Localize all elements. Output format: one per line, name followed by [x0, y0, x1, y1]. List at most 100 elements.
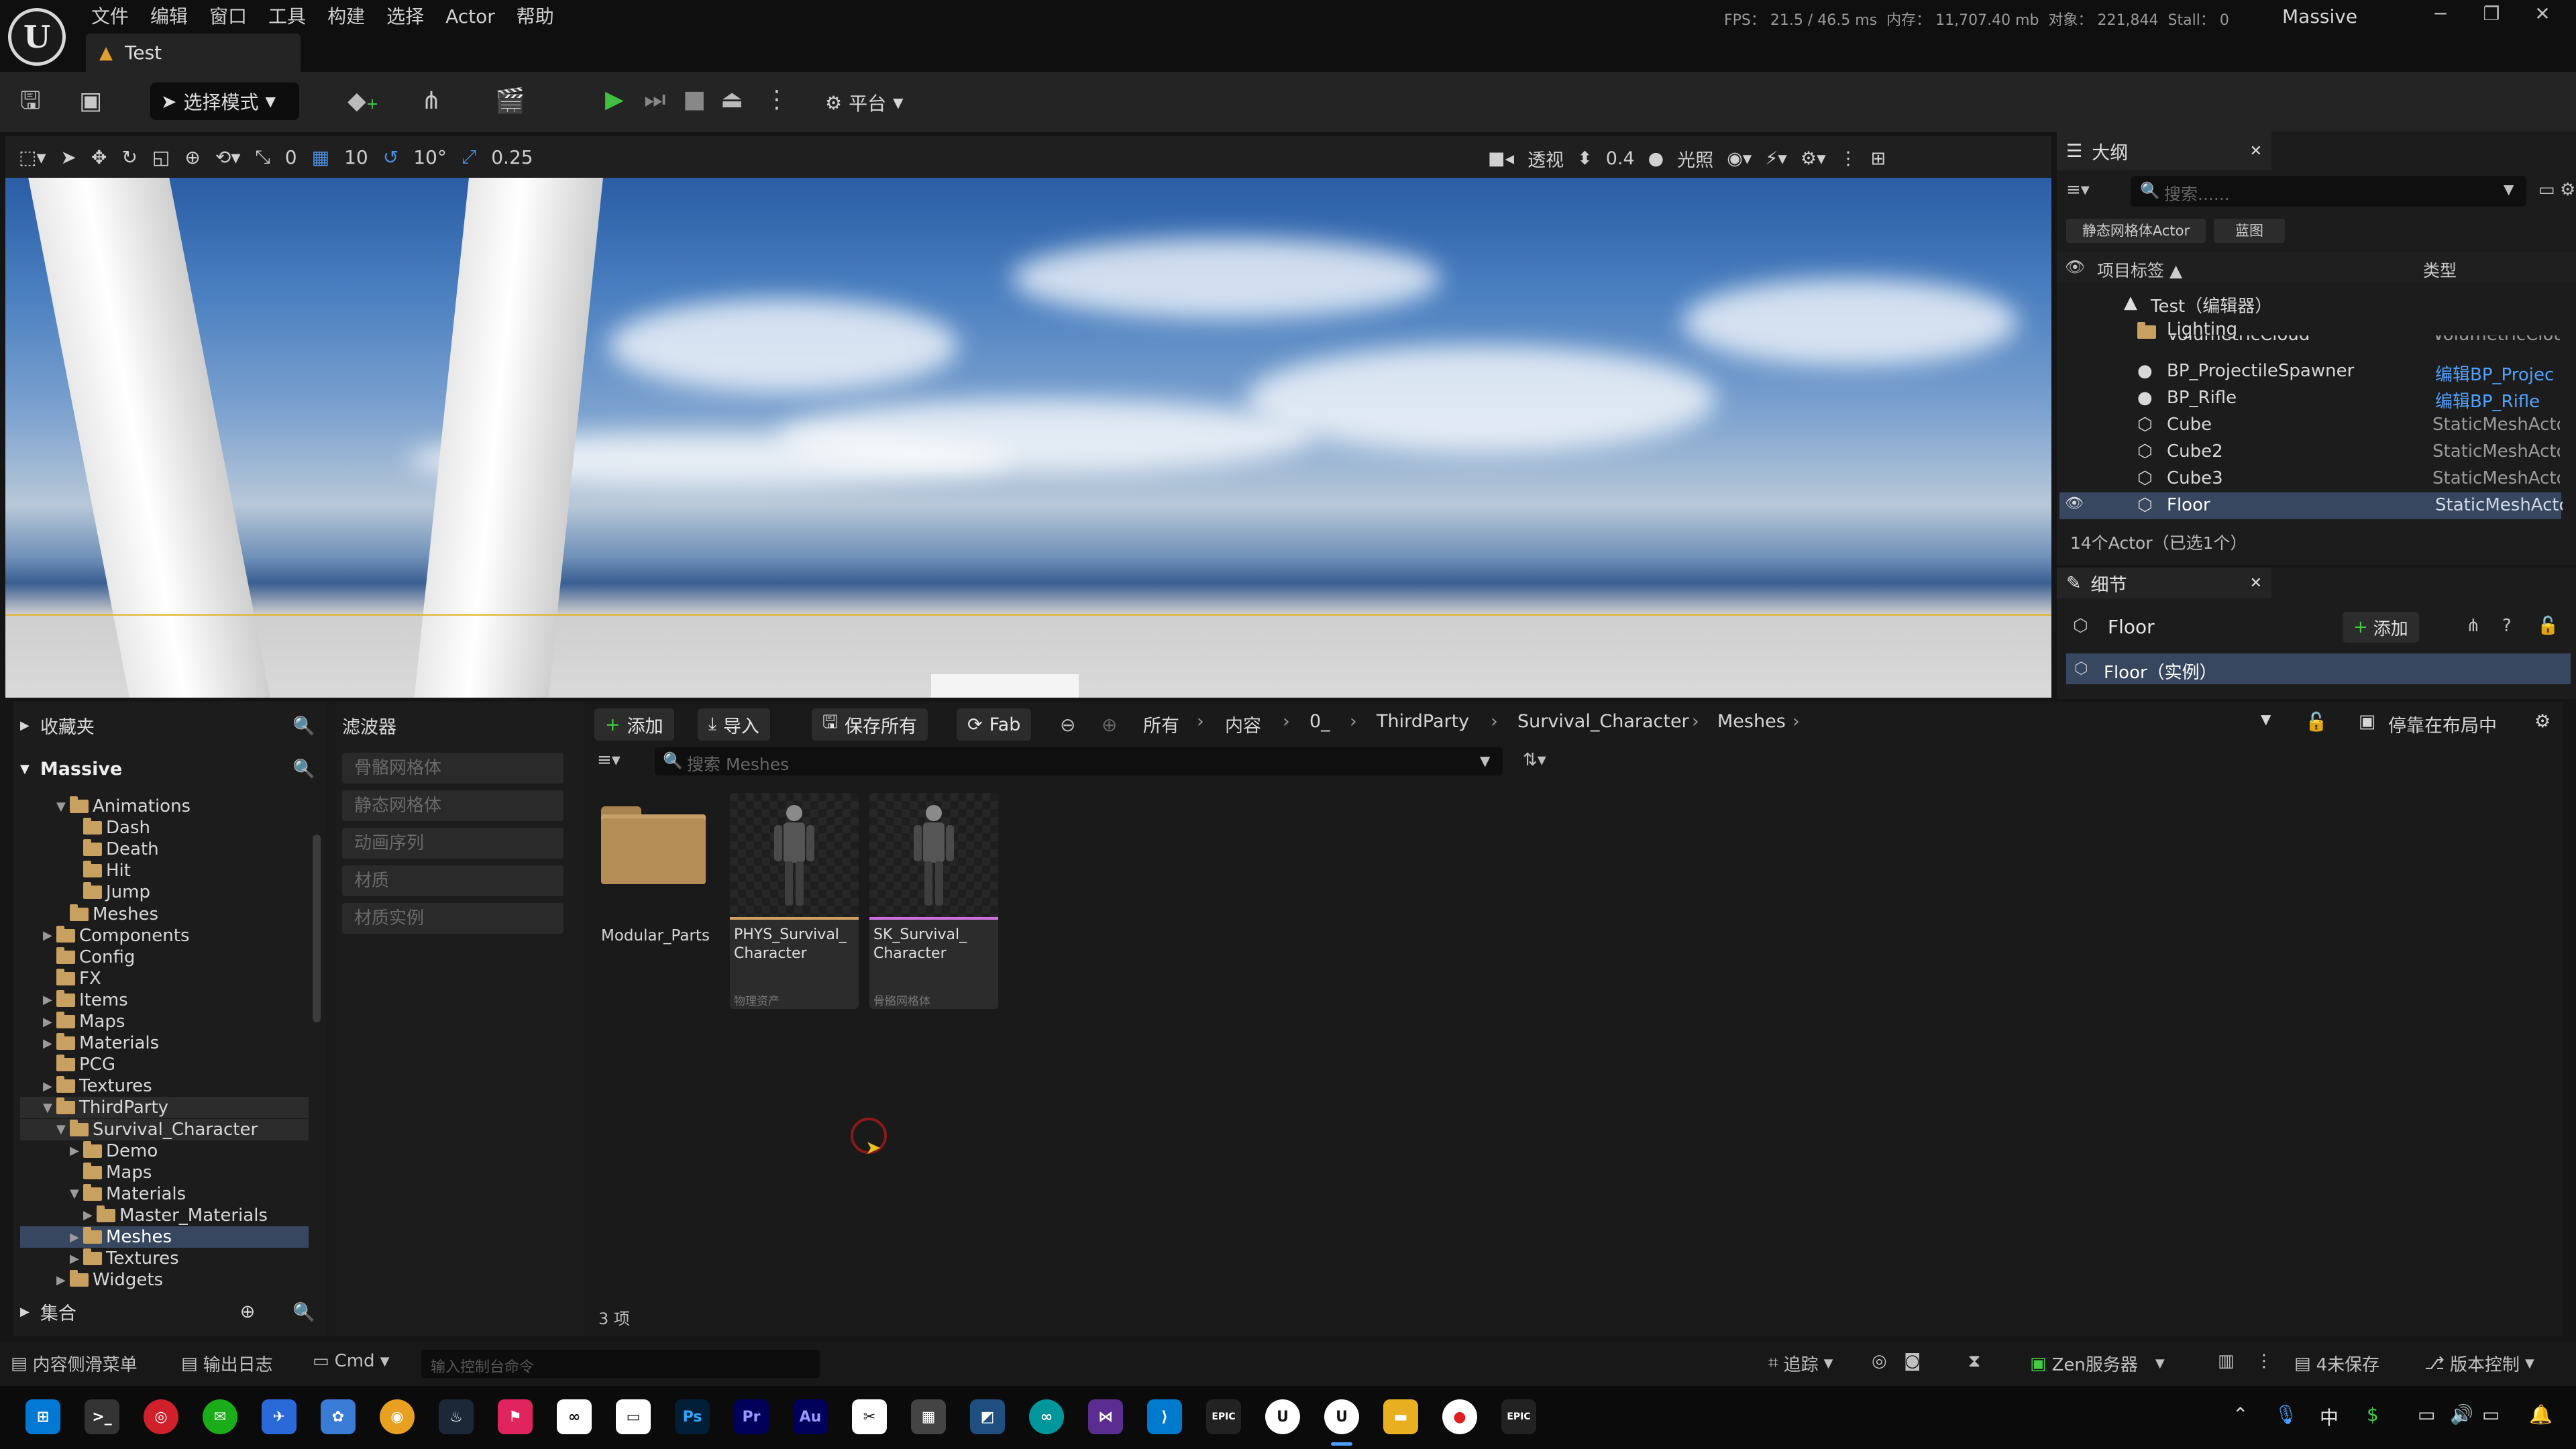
volume-icon[interactable]: 🔊	[2450, 1403, 2473, 1426]
eye-icon[interactable]: 👁	[2065, 258, 2085, 276]
collections-header[interactable]: ▶ 集合 ⊕ 🔍	[20, 1299, 322, 1325]
more-options-icon[interactable]: ⋮	[765, 88, 789, 112]
pillar-mesh[interactable]	[27, 178, 272, 698]
tree-folder-hit[interactable]: Hit	[20, 860, 309, 881]
rotate-icon[interactable]: ↻	[121, 146, 137, 168]
asset-tile-skeletal[interactable]: SK_Survival_ Character 骨骼网格体	[869, 793, 998, 1009]
scale-snap-value[interactable]: 0.25	[491, 146, 533, 168]
settings-icon[interactable]: ⚙	[2534, 711, 2551, 732]
breadcrumb-all[interactable]: 所有	[1143, 711, 1179, 737]
lock-icon[interactable]: 🔓	[2537, 616, 2559, 636]
menu-window[interactable]: 窗口	[205, 0, 264, 34]
tree-folder-jump[interactable]: Jump	[20, 881, 309, 903]
cinematics-icon[interactable]: 🎬	[495, 89, 525, 113]
epic-games-icon[interactable]: EPIC	[1206, 1399, 1241, 1434]
add-collection-icon[interactable]: ⊕	[240, 1301, 256, 1322]
tree-folder-config[interactable]: Config	[20, 947, 309, 968]
unreal-editor-icon[interactable]: U	[1324, 1399, 1359, 1434]
steam-icon[interactable]: ♨	[439, 1399, 474, 1434]
back-icon[interactable]: ⊖	[1060, 714, 1075, 736]
chevron-right-icon[interactable]: ▶	[56, 1273, 66, 1287]
scale-icon[interactable]: ◱	[152, 146, 170, 168]
row-type-link[interactable]: 编辑BP_Projec	[2435, 361, 2563, 386]
menu-tools[interactable]: 工具	[264, 0, 323, 34]
fab-button[interactable]: ⟳ Fab	[957, 708, 1032, 741]
stats-icon[interactable]: ▥	[2218, 1351, 2235, 1371]
asset-search[interactable]: 🔍 搜索 Meshes ▼	[655, 747, 1503, 775]
meta-icon[interactable]: ∞	[557, 1399, 592, 1434]
zen-server-button[interactable]: ▣ Zen服务器 ▼	[2030, 1351, 2165, 1376]
realtime-icon[interactable]: ⚡▾	[1765, 148, 1787, 169]
sort-icon[interactable]: ⇅▾	[1523, 750, 1546, 770]
tree-folder-widgets[interactable]: ▶ Widgets	[20, 1269, 309, 1291]
pillar-mesh[interactable]	[413, 178, 604, 698]
arduino-icon[interactable]: ∞	[1029, 1399, 1064, 1434]
menu-actor[interactable]: Actor	[441, 0, 513, 34]
show-icon[interactable]: ◉▾	[1727, 148, 1752, 169]
rotation-snap-icon[interactable]: ↺	[383, 146, 398, 168]
tree-scrollbar[interactable]	[313, 835, 321, 1022]
outliner-search[interactable]: 🔍 搜索...... ▼	[2131, 176, 2526, 207]
battery-icon[interactable]: ▭	[2482, 1403, 2500, 1426]
content-drawer-button[interactable]: ▤ 内容侧滑菜单	[11, 1351, 138, 1376]
new-folder-icon[interactable]: ▭	[2538, 180, 2555, 200]
chevron-down-icon[interactable]: ▼	[56, 1122, 66, 1136]
filter-material[interactable]: 材质	[342, 865, 564, 896]
unsaved-button[interactable]: ▤ 4未保存	[2294, 1351, 2379, 1376]
platform-button[interactable]: ⚙ 平台 ▼	[825, 89, 904, 116]
cmd-dropdown[interactable]: ▭ Cmd ▼	[313, 1351, 389, 1371]
search-icon[interactable]: 🔍	[292, 715, 315, 737]
trace-button[interactable]: ⌗ 追踪 ▼	[1768, 1351, 1833, 1376]
microphone-icon[interactable]: 🎙	[2274, 1403, 2298, 1426]
tree-folder-demo[interactable]: ▶ Demo	[20, 1140, 309, 1162]
document-tab[interactable]: ▲ Test	[86, 34, 301, 72]
dock-in-layout-button[interactable]: 停靠在布局中	[2388, 711, 2497, 737]
filter-skeletal-mesh[interactable]: 骨骼网格体	[342, 753, 564, 784]
chevron-right-icon[interactable]: ▶	[70, 1230, 79, 1244]
app-icon[interactable]: ⚑	[498, 1399, 533, 1434]
chevron-right-icon[interactable]: ▶	[43, 993, 52, 1007]
photoshop-icon[interactable]: Ps	[675, 1399, 710, 1434]
outliner-row[interactable]: ⬡ Cube2 StaticMeshActo	[2057, 439, 2567, 466]
breadcrumb-meshes[interactable]: Meshes	[1717, 711, 1786, 732]
photos-icon[interactable]: ✿	[321, 1399, 356, 1434]
chevron-down-icon[interactable]: ▼	[1480, 753, 1490, 769]
filter-chip-static-mesh[interactable]: 静态网格体Actor	[2066, 219, 2206, 243]
scale-snap-icon[interactable]: ⤢	[462, 146, 476, 168]
chevron-down-icon[interactable]: ▼	[56, 800, 66, 814]
tree-folder-meshes[interactable]: Meshes	[20, 904, 309, 925]
filter-chip-blueprint[interactable]: 蓝图	[2214, 219, 2285, 243]
camera-speed-icon[interactable]: ⬍	[1577, 148, 1593, 169]
outliner-filter-button[interactable]: ≡▾	[2066, 180, 2090, 200]
snap-move-icon[interactable]: ⤡	[255, 146, 270, 168]
terminal-icon[interactable]: >_	[85, 1399, 119, 1434]
chevron-down-icon[interactable]: ▼	[70, 1187, 79, 1201]
surface-snap-icon[interactable]: ⟲▾	[215, 146, 241, 168]
filter-icon[interactable]: ≡▾	[597, 750, 621, 770]
settings-icon[interactable]: ⚙	[2560, 180, 2575, 200]
lit-mode-label[interactable]: 光照	[1677, 146, 1713, 172]
outliner-row[interactable]: VolumetricCloud VolumetricCloud	[2057, 335, 2567, 350]
notification-icon[interactable]: 🔔	[2529, 1403, 2553, 1426]
row-type-link[interactable]: 编辑BP_Rifle	[2435, 388, 2563, 413]
tree-folder-animations[interactable]: ▼ Animations	[20, 796, 309, 817]
filter-material-instance[interactable]: 材质实例	[342, 903, 564, 934]
feishu-icon[interactable]: ✈	[262, 1399, 297, 1434]
tree-folder-master-materials[interactable]: ▶ Master_Materials	[20, 1205, 309, 1226]
tree-folder-death[interactable]: Death	[20, 839, 309, 860]
layout-icon[interactable]: ⊞	[1871, 148, 1886, 169]
unreal-logo-icon[interactable]: U	[8, 8, 66, 66]
save-icon[interactable]: 🖫	[20, 89, 41, 113]
tree-folder-dash[interactable]: Dash	[20, 817, 309, 839]
translate-icon[interactable]: ✥	[91, 146, 107, 168]
tree-folder-meshes[interactable]: ▶ Meshes	[20, 1226, 309, 1248]
minimize-icon[interactable]: ─	[2420, 3, 2461, 30]
chevron-right-icon[interactable]: ▶	[83, 1208, 93, 1222]
premiere-icon[interactable]: Pr	[734, 1399, 769, 1434]
chevron-right-icon[interactable]: ▶	[43, 928, 52, 943]
chevron-down-icon[interactable]: ▼	[2504, 181, 2514, 197]
breadcrumb-thirdparty[interactable]: ThirdParty	[1377, 711, 1469, 732]
tree-folder-fx[interactable]: FX	[20, 968, 309, 989]
viewport-menu-icon[interactable]: ⋮	[1839, 148, 1858, 169]
epic-games-icon[interactable]: EPIC	[1501, 1399, 1536, 1434]
